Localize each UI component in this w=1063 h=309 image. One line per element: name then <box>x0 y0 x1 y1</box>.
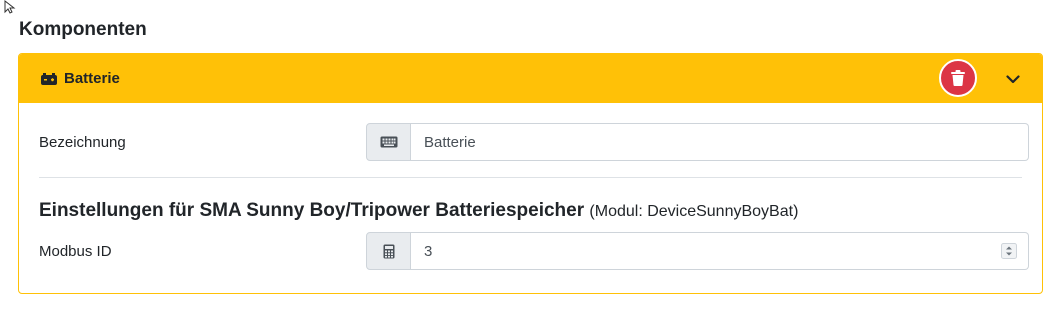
calculator-icon <box>383 244 394 258</box>
component-card-header[interactable]: Batterie <box>19 54 1042 103</box>
divider <box>39 177 1022 178</box>
delete-component-button[interactable] <box>939 59 977 97</box>
settings-module-label: (Modul: DeviceSunnyBoyBat) <box>589 203 799 220</box>
battery-icon <box>41 72 57 85</box>
component-title: Batterie <box>41 54 120 103</box>
section-title: Komponenten <box>19 19 147 40</box>
name-field-label: Bezeichnung <box>39 134 126 151</box>
component-card: Batterie Bezeichnung Batterie Einstellun… <box>18 53 1043 294</box>
modbus-input-group <box>366 232 1029 270</box>
modbus-input-wrap <box>411 232 1029 270</box>
keyboard-icon <box>380 136 397 148</box>
modbus-id-input[interactable] <box>411 232 1029 270</box>
name-input-group <box>366 123 1029 161</box>
trash-icon <box>951 70 965 86</box>
name-input-addon <box>366 123 411 161</box>
number-spinner-icon[interactable] <box>1001 243 1017 259</box>
component-title-label: Batterie <box>64 70 120 87</box>
modbus-field-label: Modbus ID <box>39 243 112 260</box>
collapse-toggle-button[interactable] <box>1001 67 1025 91</box>
chevron-down-icon <box>1006 74 1020 83</box>
mouse-cursor-icon <box>4 0 16 14</box>
settings-heading: Einstellungen für SMA Sunny Boy/Tripower… <box>39 200 798 222</box>
modbus-input-addon <box>366 232 411 270</box>
settings-heading-title: Einstellungen für SMA Sunny Boy/Tripower… <box>39 200 585 221</box>
name-input[interactable] <box>411 123 1029 161</box>
